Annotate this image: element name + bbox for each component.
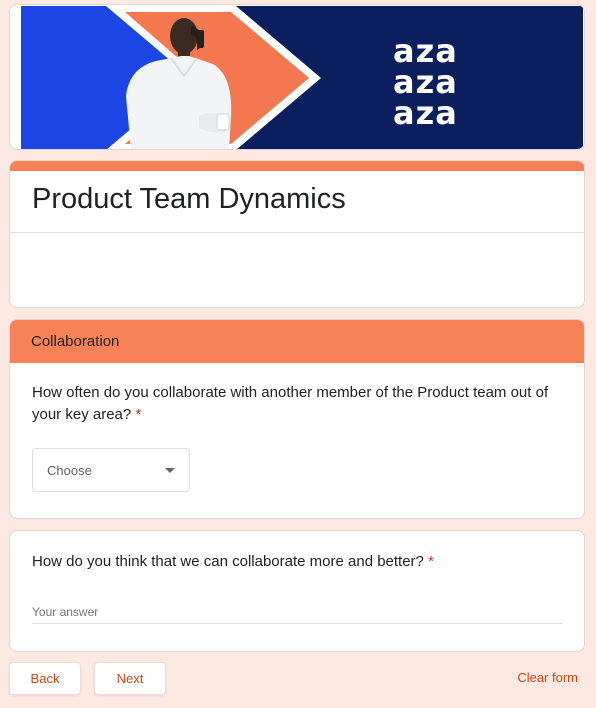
header-banner-image: aza aza aza (21, 6, 583, 149)
section-header: Collaboration (10, 320, 584, 363)
required-asterisk: * (428, 553, 434, 570)
question-2-text: How do you think that we can collaborate… (32, 551, 562, 573)
question-2-card: How do you think that we can collaborate… (9, 530, 585, 652)
form-page: aza aza aza Product Team Dynamics Collab… (0, 0, 596, 708)
next-button[interactable]: Next (94, 662, 166, 695)
form-title: Product Team Dynamics (32, 183, 346, 215)
frequency-dropdown[interactable]: Choose (32, 448, 190, 492)
brand-line: aza (393, 94, 458, 132)
header-banner-card: aza aza aza (9, 4, 585, 150)
dropdown-selected-value: Choose (47, 462, 92, 478)
question-2-label: How do you think that we can collaborate… (32, 553, 424, 570)
back-button[interactable]: Back (9, 662, 81, 695)
question-1-label: How often do you collaborate with anothe… (32, 384, 549, 423)
form-title-card: Product Team Dynamics (9, 160, 585, 308)
answer-input[interactable] (32, 601, 563, 624)
title-accent-bar (10, 161, 584, 171)
dropdown-caret-icon (165, 467, 175, 473)
brand-wordmark: aza aza aza (393, 35, 458, 132)
question-1-text: How often do you collaborate with anothe… (32, 382, 562, 426)
section-title: Collaboration (31, 333, 120, 350)
section-card: Collaboration How often do you collabora… (9, 319, 585, 519)
title-divider (10, 232, 584, 233)
required-asterisk: * (135, 406, 142, 423)
clear-form-link[interactable]: Clear form (517, 670, 578, 685)
